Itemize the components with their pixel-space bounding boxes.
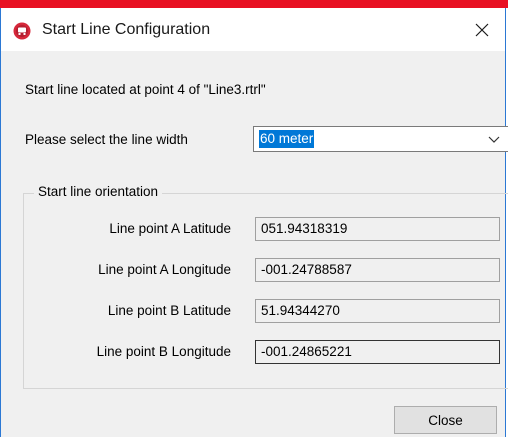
info-text: Start line located at point 4 of "Line3.… [25, 82, 266, 97]
point-a-latitude-label: Line point A Latitude [109, 221, 231, 236]
orientation-group-legend: Start line orientation [34, 184, 163, 199]
point-a-longitude-label: Line point A Longitude [98, 262, 231, 277]
line-width-selected-value: 60 meter [259, 130, 315, 148]
point-b-latitude-label: Line point B Latitude [107, 303, 231, 318]
app-icon [13, 22, 31, 40]
dialog-window: Start Line Configuration Start line loca… [0, 8, 508, 437]
chevron-down-icon [488, 136, 500, 143]
line-width-label: Please select the line width [25, 132, 188, 147]
title-bar: Start Line Configuration [1, 8, 505, 51]
point-a-longitude-field[interactable]: -001.24788587 [255, 258, 500, 282]
point-b-longitude-field[interactable]: -001.24865221 [255, 340, 500, 364]
point-a-latitude-field[interactable]: 051.94318319 [255, 217, 500, 241]
close-button[interactable]: Close [394, 406, 497, 434]
point-b-longitude-label: Line point B Longitude [96, 344, 231, 359]
window-title: Start Line Configuration [42, 21, 211, 38]
top-accent-strip [0, 0, 508, 8]
line-width-select[interactable]: 60 meter [253, 126, 508, 152]
window-close-button[interactable] [459, 8, 505, 51]
point-b-latitude-field[interactable]: 51.94344270 [255, 299, 500, 323]
close-icon [475, 23, 489, 36]
